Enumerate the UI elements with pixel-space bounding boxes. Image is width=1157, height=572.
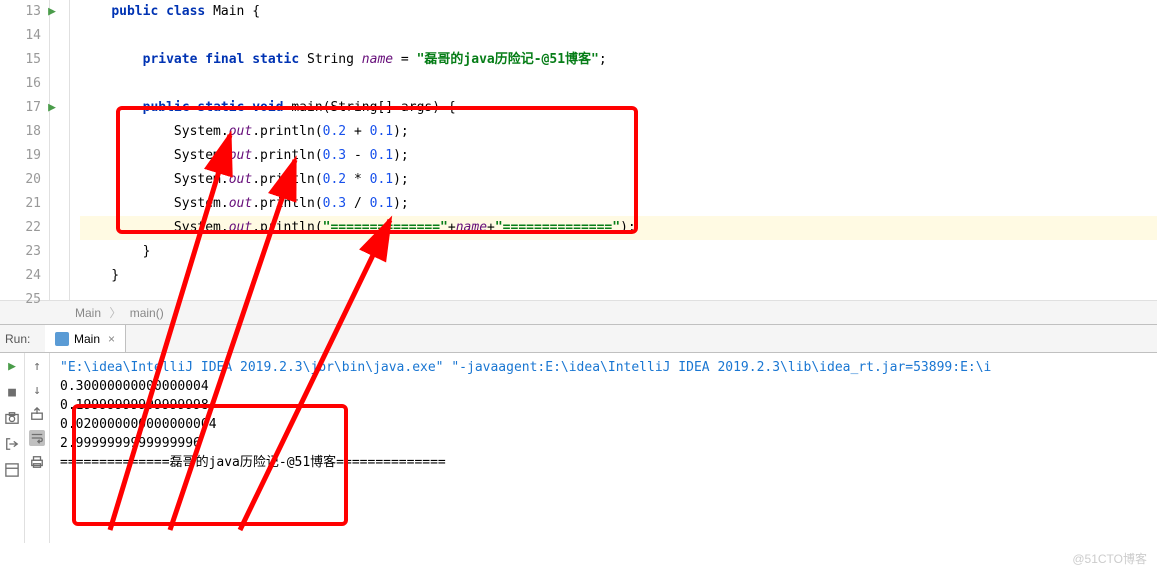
watermark: @51CTO博客 (1072, 550, 1147, 567)
run-label: Run: (0, 325, 45, 352)
run-header: Run: Main × (0, 325, 1157, 353)
camera-icon[interactable] (4, 410, 20, 426)
code-line[interactable] (80, 288, 1157, 312)
code-line[interactable]: public class Main { (80, 0, 1157, 24)
line-number[interactable]: 23 (0, 240, 41, 264)
code-line[interactable] (80, 24, 1157, 48)
console-line: ==============磊哥的java历险记-@51博客==========… (60, 453, 1147, 472)
line-number-gutter: 13▶14151617▶1819202122232425 (0, 0, 50, 300)
code-line[interactable]: System.out.println("=============="+name… (80, 216, 1157, 240)
line-number[interactable]: 17▶ (0, 96, 41, 120)
up-icon[interactable]: ↑ (29, 358, 45, 374)
line-number[interactable]: 14 (0, 24, 41, 48)
console-line: 0.30000000000000004 (60, 377, 1147, 396)
code-line[interactable]: System.out.println(0.2 + 0.1); (80, 120, 1157, 144)
console-line: 2.9999999999999996 (60, 434, 1147, 453)
code-line[interactable]: private final static String name = "磊哥的j… (80, 48, 1157, 72)
stop-icon[interactable]: ■ (4, 384, 20, 400)
run-toolbar-left: ▶ ■ (0, 353, 25, 543)
code-line[interactable]: System.out.println(0.2 * 0.1); (80, 168, 1157, 192)
console-output[interactable]: "E:\idea\IntelliJ IDEA 2019.2.3\jbr\bin\… (50, 353, 1157, 543)
soft-wrap-icon[interactable] (29, 430, 45, 446)
layout-icon[interactable] (4, 462, 20, 478)
console-line: "E:\idea\IntelliJ IDEA 2019.2.3\jbr\bin\… (60, 358, 1147, 377)
line-number[interactable]: 15 (0, 48, 41, 72)
export-icon[interactable] (29, 406, 45, 422)
code-content[interactable]: public class Main { private final static… (70, 0, 1157, 300)
code-line[interactable]: public static void main(String[] args) { (80, 96, 1157, 120)
code-line[interactable] (80, 72, 1157, 96)
run-body: ▶ ■ ↑ ↓ "E:\idea\IntelliJ (0, 353, 1157, 543)
gutter-icons-column (50, 0, 70, 300)
rerun-icon[interactable]: ▶ (4, 358, 20, 374)
line-number[interactable]: 25 (0, 288, 41, 312)
line-number[interactable]: 24 (0, 264, 41, 288)
line-number[interactable]: 22 (0, 216, 41, 240)
console-line: 0.020000000000000004 (60, 415, 1147, 434)
exit-icon[interactable] (4, 436, 20, 452)
line-number[interactable]: 21 (0, 192, 41, 216)
run-tool-window: Run: Main × ▶ ■ ↑ ↓ (0, 325, 1157, 543)
breadcrumb-method[interactable]: main() (130, 306, 164, 320)
run-tab-label: Main (74, 325, 100, 353)
line-number[interactable]: 16 (0, 72, 41, 96)
down-icon[interactable]: ↓ (29, 382, 45, 398)
print-icon[interactable] (29, 454, 45, 470)
run-gutter-icon[interactable]: ▶ (48, 0, 56, 24)
code-line[interactable]: } (80, 240, 1157, 264)
code-line[interactable]: System.out.println(0.3 - 0.1); (80, 144, 1157, 168)
line-number[interactable]: 18 (0, 120, 41, 144)
code-line[interactable]: } (80, 264, 1157, 288)
line-number[interactable]: 13▶ (0, 0, 41, 24)
class-icon (55, 332, 69, 346)
run-toolbar-mid: ↑ ↓ (25, 353, 50, 543)
code-line[interactable]: System.out.println(0.3 / 0.1); (80, 192, 1157, 216)
run-gutter-icon[interactable]: ▶ (48, 96, 56, 120)
console-line: 0.19999999999999998 (60, 396, 1147, 415)
run-tab-main[interactable]: Main × (45, 325, 126, 352)
breadcrumb-separator: 〉 (109, 306, 121, 320)
breadcrumb-class[interactable]: Main (75, 306, 101, 320)
line-number[interactable]: 19 (0, 144, 41, 168)
line-number[interactable]: 20 (0, 168, 41, 192)
code-editor: 13▶14151617▶1819202122232425 public clas… (0, 0, 1157, 300)
close-icon[interactable]: × (108, 325, 115, 353)
